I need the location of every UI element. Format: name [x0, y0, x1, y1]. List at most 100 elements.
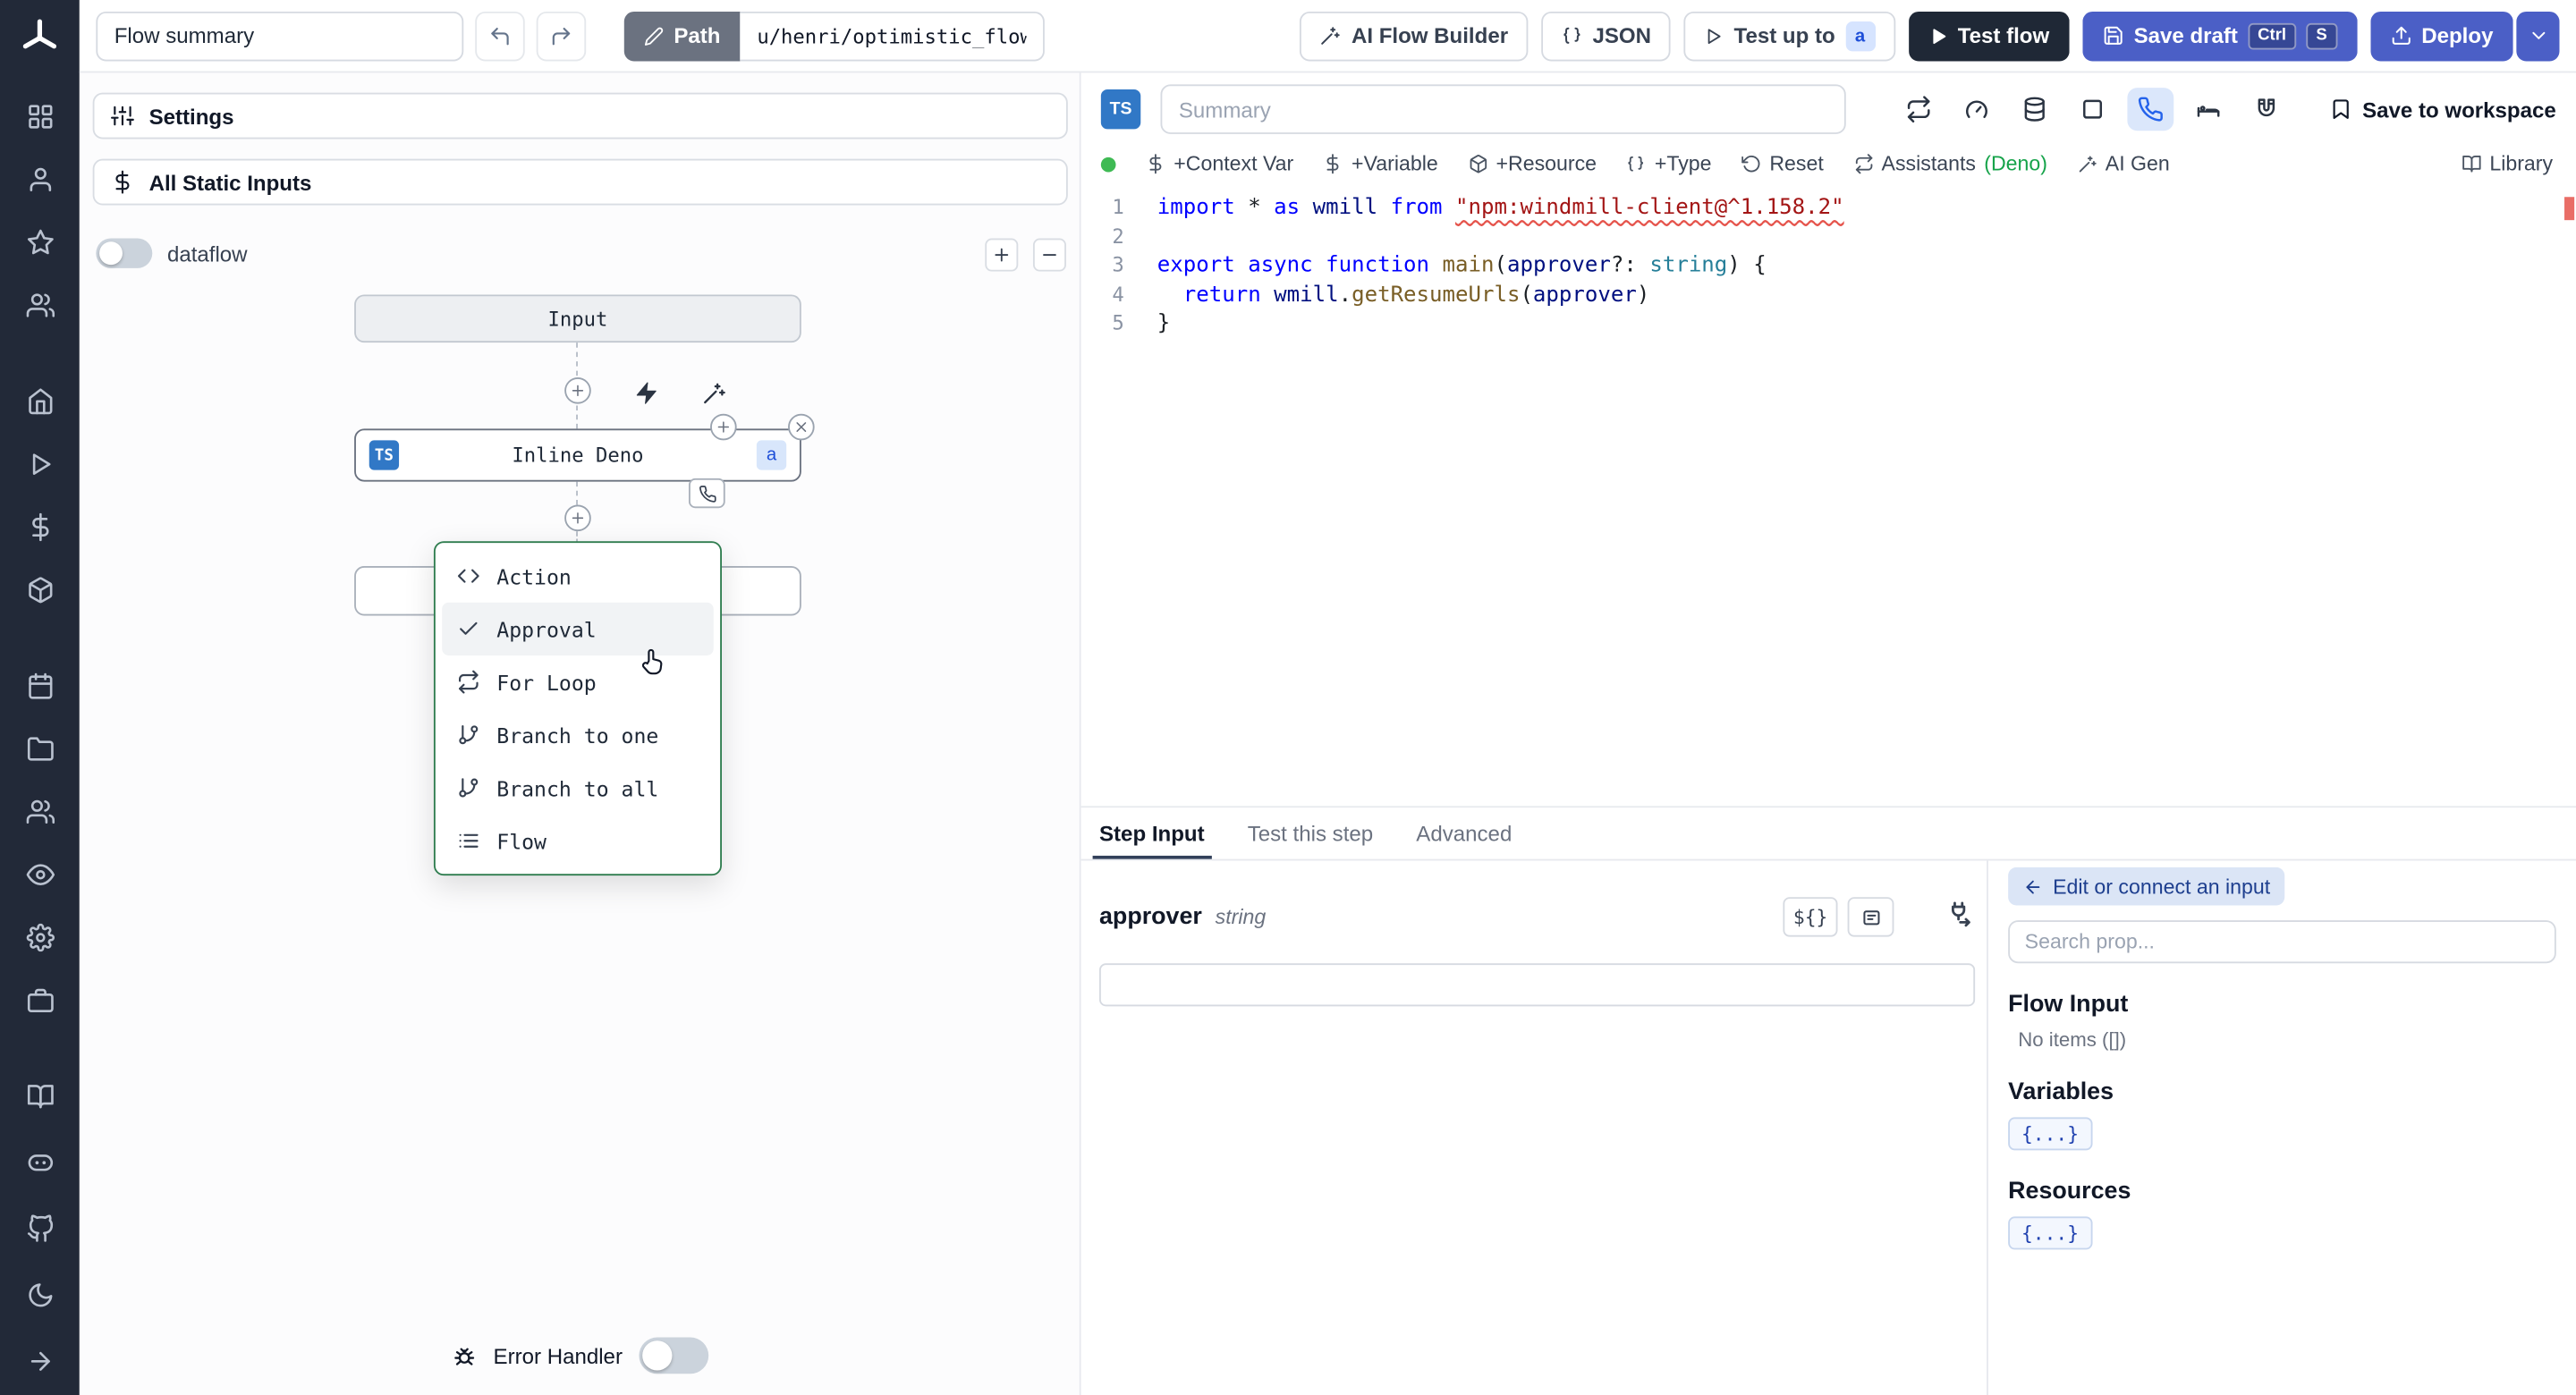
calendar-icon[interactable]	[15, 662, 65, 708]
delete-step-button[interactable]	[788, 413, 815, 441]
save-draft-button[interactable]: Save draft Ctrl S	[2082, 11, 2358, 61]
prop-search-input[interactable]	[2008, 920, 2556, 964]
chip-label: Reset	[1769, 152, 1824, 176]
undo-button[interactable]	[475, 11, 525, 61]
phone-icon[interactable]	[2127, 88, 2174, 131]
settings-icon[interactable]	[15, 914, 65, 960]
test-flow-label: Test flow	[1957, 22, 2050, 48]
user-icon[interactable]	[15, 156, 65, 202]
ai-wand-button[interactable]	[699, 377, 728, 407]
edit-or-connect-button[interactable]: Edit or connect an input	[2008, 867, 2285, 906]
approver-value-input[interactable]	[1098, 963, 1976, 1007]
resources-object-badge[interactable]: {...}	[2008, 1216, 2092, 1250]
tab-test-this-step[interactable]: Test this step	[1248, 821, 1373, 859]
dataflow-toggle[interactable]	[96, 238, 153, 268]
menu-item-action[interactable]: Action	[442, 549, 714, 602]
menu-item-for-loop[interactable]: For Loop	[442, 655, 714, 708]
add-branch-button[interactable]	[710, 413, 737, 441]
zoom-out-button[interactable]	[1032, 238, 1066, 272]
grid-icon[interactable]	[15, 93, 65, 140]
users-icon[interactable]	[15, 788, 65, 834]
tab-advanced[interactable]: Advanced	[1416, 821, 1512, 859]
deploy-button[interactable]: Deploy	[2369, 11, 2513, 61]
input-node[interactable]: Input	[354, 294, 801, 343]
box-icon[interactable]	[15, 566, 65, 613]
code-editor[interactable]: 1 import * as wmill from "npm:windmill-cl…	[1081, 187, 2576, 339]
all-static-inputs-button[interactable]: All Static Inputs	[92, 158, 1068, 206]
add-variable-button[interactable]: +Variable	[1324, 152, 1438, 175]
ai-flow-builder-button[interactable]: AI Flow Builder	[1300, 11, 1529, 61]
database-icon[interactable]	[2012, 88, 2058, 131]
home-icon[interactable]	[15, 377, 65, 424]
menu-item-label: Branch to all	[496, 775, 659, 800]
sidebar-bottom	[15, 1072, 65, 1383]
moon-icon[interactable]	[15, 1271, 65, 1317]
summary-input[interactable]	[1160, 84, 1846, 134]
book-icon[interactable]	[15, 1072, 65, 1119]
expr-mode-button[interactable]: ${}	[1783, 897, 1838, 937]
code-line: 3 export async function main(approver?: s…	[1112, 253, 1767, 279]
zoom-in-button[interactable]	[985, 238, 1019, 272]
users-icon[interactable]	[15, 282, 65, 328]
field-actions: ${}	[1783, 897, 1973, 937]
json-button[interactable]: JSON	[1541, 11, 1672, 61]
step-editor-pane: TS Save to workspace +Context Var +Varia…	[1080, 72, 2576, 808]
discord-icon[interactable]	[15, 1138, 65, 1185]
path-button-label: Path	[674, 22, 721, 48]
ai-gen-button[interactable]: AI Gen	[2077, 152, 2170, 175]
tab-step-input[interactable]: Step Input	[1092, 821, 1211, 859]
test-flow-button[interactable]: Test flow	[1908, 11, 2070, 61]
trigger-zap-button[interactable]	[631, 377, 660, 407]
library-button[interactable]: Library	[2462, 152, 2553, 175]
test-up-to-button[interactable]: Test up to a	[1684, 11, 1895, 61]
error-handler-toggle[interactable]	[639, 1337, 709, 1374]
windmill-logo-icon[interactable]	[18, 17, 61, 60]
connect-input-button[interactable]	[1944, 898, 1973, 936]
error-handler-row: Error Handler	[80, 1337, 1081, 1374]
error-overview-marker	[2564, 197, 2575, 221]
folder-icon[interactable]	[15, 725, 65, 772]
dollar-sign-icon[interactable]	[15, 503, 65, 550]
save-to-workspace-button[interactable]: Save to workspace	[2329, 97, 2556, 122]
flow-settings-button[interactable]: Settings	[92, 92, 1068, 140]
menu-item-flow[interactable]: Flow	[442, 815, 714, 867]
path-button[interactable]: Path	[623, 11, 741, 61]
assistants-button[interactable]: Assistants (Deno)	[1853, 152, 2047, 175]
repeat-icon[interactable]	[1895, 88, 1942, 131]
inline-deno-step-node[interactable]: TS Inline Deno a	[354, 428, 801, 482]
path-group: Path	[623, 11, 1046, 61]
eye-icon[interactable]	[15, 850, 65, 897]
plus-icon	[716, 418, 733, 435]
arrow-right-icon[interactable]	[15, 1338, 65, 1384]
code-line: 1 import * as wmill from "npm:windmill-cl…	[1112, 195, 1844, 221]
magnet-icon[interactable]	[2243, 88, 2290, 131]
briefcase-icon[interactable]	[15, 976, 65, 1023]
menu-item-branch-to-one[interactable]: Branch to one	[442, 708, 714, 761]
menu-item-branch-to-all[interactable]: Branch to all	[442, 761, 714, 814]
square-icon[interactable]	[2070, 88, 2116, 131]
variables-object-badge[interactable]: {...}	[2008, 1117, 2092, 1151]
star-icon[interactable]	[15, 218, 65, 265]
play-icon[interactable]	[15, 440, 65, 486]
bed-icon[interactable]	[2185, 88, 2232, 131]
redo-button[interactable]	[536, 11, 587, 61]
add-resource-button[interactable]: +Resource	[1468, 152, 1597, 175]
code-line: 5}	[1112, 311, 1171, 337]
path-input[interactable]	[740, 11, 1046, 61]
chip-label: Library	[2489, 152, 2554, 176]
flow-input-empty: No items ([])	[2018, 1027, 2127, 1052]
dataflow-row: dataflow	[96, 238, 248, 268]
insert-step-button[interactable]	[564, 504, 591, 532]
github-icon[interactable]	[15, 1205, 65, 1251]
menu-item-approval[interactable]: Approval	[442, 602, 714, 655]
editor-toolbar: +Context Var +Variable +Resource +Type R…	[1081, 140, 2576, 187]
add-type-button[interactable]: +Type	[1626, 152, 1712, 175]
reset-button[interactable]: Reset	[1741, 152, 1824, 175]
add-context-var-button[interactable]: +Context Var	[1146, 152, 1293, 175]
deploy-menu-button[interactable]	[2516, 11, 2560, 61]
insert-step-menu: Action Approval For Loop Branch to one B…	[433, 541, 722, 876]
gauge-icon[interactable]	[1953, 88, 2000, 131]
flow-summary-input[interactable]	[96, 11, 464, 61]
insert-step-button[interactable]	[564, 377, 591, 404]
form-mode-button[interactable]	[1847, 897, 1894, 937]
